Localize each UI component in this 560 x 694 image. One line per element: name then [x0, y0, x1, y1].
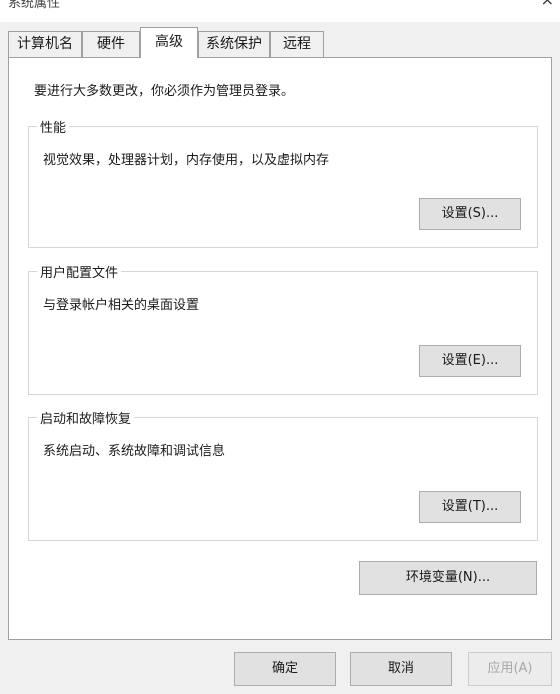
- performance-group: 性能 视觉效果，处理器计划，内存使用，以及虚拟内存 设置(S)...: [28, 117, 538, 248]
- tab-label: 高级: [155, 34, 183, 50]
- tab-hardware[interactable]: 硬件: [82, 31, 140, 57]
- performance-group-title: 性能: [37, 117, 70, 136]
- ok-button[interactable]: 确定: [234, 652, 336, 686]
- tab-label: 系统保护: [206, 36, 262, 52]
- tab-system-protection[interactable]: 系统保护: [198, 31, 270, 57]
- tab-label: 远程: [283, 36, 311, 52]
- tab-label: 计算机名: [17, 36, 73, 52]
- close-icon[interactable]: ×: [541, 0, 554, 9]
- tab-computer-name[interactable]: 计算机名: [8, 31, 82, 57]
- environment-variables-button[interactable]: 环境变量(N)...: [359, 561, 537, 595]
- window-title: 系统属性: [8, 0, 61, 11]
- cancel-button[interactable]: 取消: [350, 652, 452, 686]
- user-profiles-group-title: 用户配置文件: [37, 262, 122, 281]
- startup-recovery-group: 启动和故障恢复 系统启动、系统故障和调试信息 设置(T)...: [28, 408, 538, 541]
- startup-recovery-group-description: 系统启动、系统故障和调试信息: [43, 444, 226, 459]
- performance-group-description: 视觉效果，处理器计划，内存使用，以及虚拟内存: [43, 153, 330, 168]
- user-profiles-group-description: 与登录帐户相关的桌面设置: [43, 298, 200, 313]
- tab-label: 硬件: [97, 36, 125, 52]
- performance-settings-button[interactable]: 设置(S)...: [419, 198, 521, 230]
- startup-recovery-settings-button[interactable]: 设置(T)...: [419, 491, 521, 523]
- user-profiles-group: 用户配置文件 与登录帐户相关的桌面设置 设置(E)...: [28, 262, 538, 395]
- user-profiles-settings-button[interactable]: 设置(E)...: [419, 345, 521, 377]
- admin-notice: 要进行大多数更改，你必须作为管理员登录。: [34, 84, 295, 99]
- tab-remote[interactable]: 远程: [270, 31, 324, 57]
- tab-advanced[interactable]: 高级: [140, 27, 198, 58]
- startup-recovery-group-title: 启动和故障恢复: [37, 408, 135, 427]
- title-bar: 系统属性 ×: [0, 0, 560, 22]
- apply-button[interactable]: 应用(A): [468, 652, 552, 686]
